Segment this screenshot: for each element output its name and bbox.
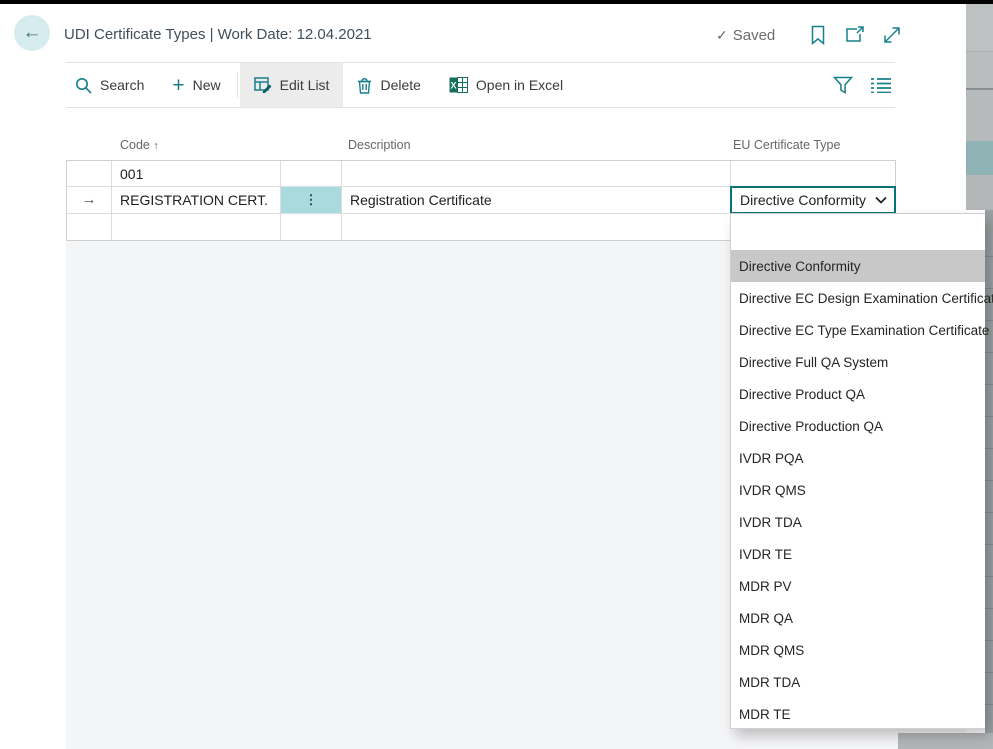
- description-cell[interactable]: Registration Certificate: [342, 187, 731, 213]
- dropdown-option[interactable]: IVDR TE: [731, 538, 985, 570]
- row-selector-cell[interactable]: [67, 161, 112, 187]
- plus-icon: +: [172, 75, 184, 96]
- eu-certificate-type-cell: Directive Conformity: [731, 187, 895, 213]
- column-header-code[interactable]: Code ↑: [120, 138, 159, 152]
- sort-ascending-icon: ↑: [153, 140, 159, 152]
- check-icon: ✓: [716, 27, 728, 44]
- row-actions-ellipsis[interactable]: ⋮: [281, 187, 342, 213]
- select-value: Directive Conformity: [740, 192, 866, 208]
- dropdown-option[interactable]: Directive Production QA: [731, 410, 985, 442]
- column-header-description[interactable]: Description: [348, 138, 411, 152]
- code-cell[interactable]: REGISTRATION CERT.: [112, 187, 281, 213]
- filter-icon[interactable]: [833, 63, 853, 107]
- dropdown-option[interactable]: MDR QA: [731, 602, 985, 634]
- chevron-down-icon: [875, 196, 887, 204]
- bookmark-icon[interactable]: [808, 24, 828, 46]
- description-cell[interactable]: [342, 161, 731, 187]
- action-toolbar: Search + New Edit List Delete X: [66, 62, 895, 108]
- back-arrow-icon: ←: [23, 22, 42, 44]
- delete-button[interactable]: Delete: [343, 63, 434, 107]
- delete-label: Delete: [380, 77, 420, 93]
- edit-list-button[interactable]: Edit List: [240, 63, 344, 107]
- background-strip-segment: [966, 175, 993, 210]
- top-black-bar: [0, 0, 993, 4]
- new-button[interactable]: + New: [158, 63, 234, 107]
- background-strip-segment: [966, 90, 993, 141]
- vertical-ellipsis-icon: ⋮: [305, 192, 318, 208]
- toolbar-divider: [237, 72, 238, 98]
- dropdown-option[interactable]: [731, 218, 985, 250]
- open-in-new-window-icon[interactable]: [845, 24, 865, 46]
- save-status-label: Saved: [733, 27, 776, 44]
- open-in-excel-label: Open in Excel: [476, 77, 563, 93]
- dropdown-option[interactable]: Directive EC Design Examination Certific…: [731, 282, 985, 314]
- save-status: ✓ Saved: [716, 27, 775, 44]
- search-button[interactable]: Search: [66, 63, 158, 107]
- dropdown-option[interactable]: IVDR PQA: [731, 442, 985, 474]
- background-strip-teal-segment: [966, 141, 993, 175]
- dropdown-option[interactable]: Directive Product QA: [731, 378, 985, 410]
- eu-certificate-type-cell[interactable]: [731, 161, 895, 187]
- search-label: Search: [100, 77, 144, 93]
- expand-icon[interactable]: [882, 24, 902, 46]
- dropdown-option[interactable]: Directive Full QA System: [731, 346, 985, 378]
- dropdown-option[interactable]: MDR TE: [731, 698, 985, 730]
- row-actions-cell[interactable]: [281, 214, 342, 240]
- code-cell[interactable]: [112, 214, 281, 240]
- row-pointer-icon: →: [82, 191, 97, 208]
- dropdown-option[interactable]: Directive EC Type Examination Certificat…: [731, 314, 985, 346]
- edit-list-label: Edit List: [280, 77, 330, 93]
- back-button[interactable]: ←: [14, 15, 50, 51]
- column-header-eu-certificate-type[interactable]: EU Certificate Type: [733, 138, 840, 152]
- row-selector-cell[interactable]: [67, 214, 112, 240]
- dropdown-option[interactable]: MDR QMS: [731, 634, 985, 666]
- dropdown-option[interactable]: MDR TDA: [731, 666, 985, 698]
- eu-certificate-type-select[interactable]: Directive Conformity: [730, 186, 896, 213]
- background-strip-segment: [966, 4, 993, 52]
- svg-text:X: X: [450, 81, 456, 91]
- code-cell[interactable]: 001: [112, 161, 281, 187]
- dropdown-option[interactable]: Directive Conformity: [731, 250, 985, 282]
- dropdown-option[interactable]: MDR PV: [731, 570, 985, 602]
- current-row-pointer[interactable]: →: [67, 187, 112, 213]
- page-title: UDI Certificate Types | Work Date: 12.04…: [64, 26, 372, 43]
- new-label: New: [193, 77, 221, 93]
- background-window-strip: [966, 4, 993, 210]
- dropdown-option[interactable]: IVDR QMS: [731, 474, 985, 506]
- open-in-excel-button[interactable]: X Open in Excel: [435, 63, 577, 107]
- row-actions-cell[interactable]: [281, 161, 342, 187]
- app-window: ← UDI Certificate Types | Work Date: 12.…: [0, 0, 993, 749]
- description-cell[interactable]: [342, 214, 731, 240]
- dropdown-option[interactable]: IVDR TDA: [731, 506, 985, 538]
- background-strip-segment: [966, 52, 993, 88]
- dropdown-list: Directive ConformityDirective EC Design …: [730, 213, 985, 729]
- choose-view-icon[interactable]: [871, 63, 891, 107]
- background-bottom-block: [898, 733, 993, 749]
